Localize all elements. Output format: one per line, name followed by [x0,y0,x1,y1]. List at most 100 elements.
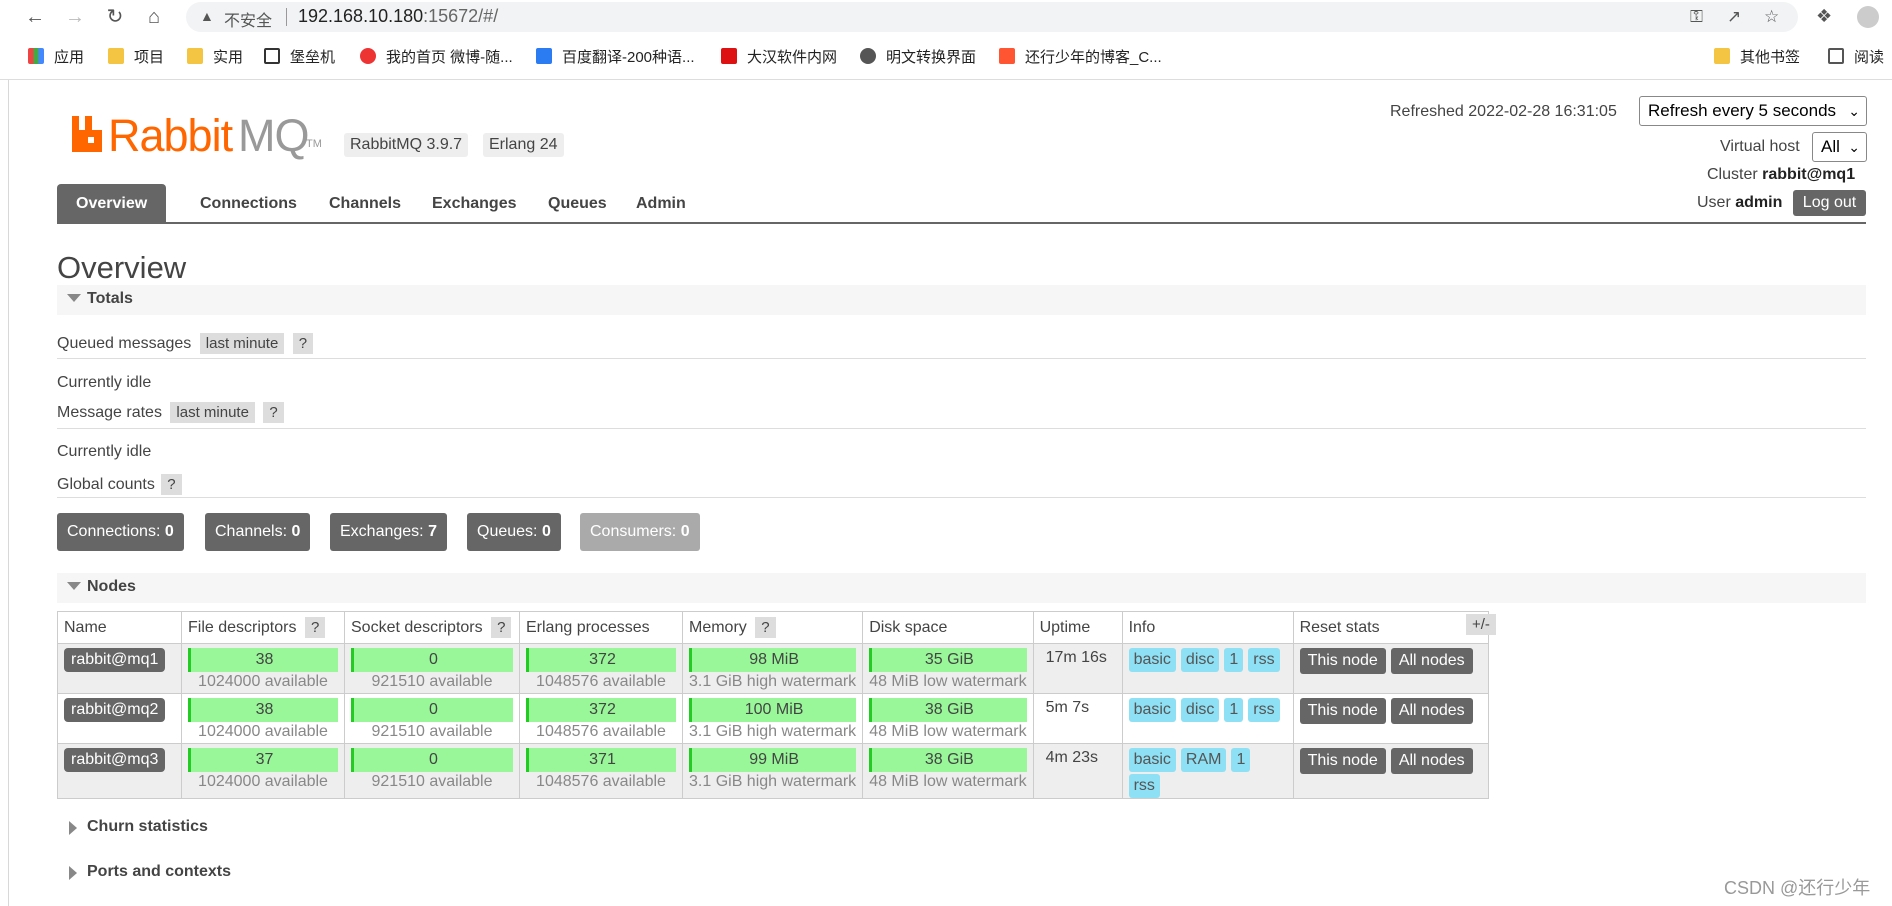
virtual-host-select[interactable]: All ⌄ [1812,132,1867,162]
global-counts-help-button[interactable]: ? [161,474,182,495]
help-button[interactable]: ? [491,617,512,638]
memory-bar: 100 MiB [689,698,857,722]
extensions-icon[interactable]: ❖ [1816,6,1832,27]
address-bar[interactable]: ▲ 不安全 192.168.10.180:15672/#/ ⚿ ↗ ☆ [186,2,1798,32]
reset-cell: This node All nodes [1292,743,1489,799]
fd-cell: 38 1024000 available [181,693,345,744]
profile-icon[interactable] [1857,6,1879,28]
star-icon[interactable]: ☆ [1764,7,1779,27]
reset-this-node-button[interactable]: This node [1299,648,1386,674]
queued-help-button[interactable]: ? [292,333,314,354]
node-link[interactable]: rabbit@mq2 [64,698,166,722]
bookmark-dahan[interactable]: 大汉软件内网 [721,46,837,67]
tab-connections[interactable]: Connections [181,184,316,222]
column-header: Info [1121,611,1294,644]
churn-section-toggle[interactable]: Churn statistics [57,813,1866,843]
nodes-section-toggle[interactable]: Nodes [57,573,1866,603]
forward-icon[interactable]: → [62,4,88,30]
node-link[interactable]: rabbit@mq1 [64,648,166,672]
logo-mq-text: MQ [238,110,309,161]
count-value: 0 [164,523,174,540]
bookmark-bastion[interactable]: 堡垒机 [264,46,335,67]
uptime-value: 17m 16s [1045,649,1107,666]
count-label: Consumers: [590,523,677,540]
totals-section-toggle[interactable]: Totals [57,285,1866,315]
node-link[interactable]: rabbit@mq3 [64,748,166,772]
refresh-interval-value: Refresh every 5 seconds [1648,101,1837,120]
sd-cell: 0 921510 available [344,693,520,744]
rates-range-selector[interactable]: last minute [170,402,255,423]
node-name-cell: rabbit@mq2 [57,693,182,744]
bookmark-apps[interactable]: 应用 [28,46,84,67]
reset-all-nodes-button[interactable]: All nodes [1390,648,1473,674]
weibo-icon [360,48,376,64]
translate-icon [536,48,552,64]
count-label: Queues: [477,523,538,540]
disk-bar: 35 GiB [869,648,1027,672]
rates-help-button[interactable]: ? [263,402,284,423]
bookmark-weibo[interactable]: 我的首页 微博-随... [360,46,513,67]
ports-section-toggle[interactable]: Ports and contexts [57,858,1866,888]
divider [57,428,1866,429]
reload-icon[interactable]: ↻ [102,4,128,30]
info-tag: basic [1128,748,1176,772]
queued-range-selector[interactable]: last minute [199,333,285,354]
fd-bar: 38 [188,698,338,722]
bookmarks-bar: 应用 项目 实用 堡垒机 我的首页 微博-随... 百度翻译-200种语... … [0,40,1892,74]
column-label: Socket descriptors [351,619,483,636]
column-toggle-button[interactable]: +/- [1466,614,1496,635]
tab-channels[interactable]: Channels [310,184,420,222]
connections-count[interactable]: Connections: 0 [57,513,184,551]
chevron-down-icon: ⌄ [1848,103,1860,119]
tab-exchanges[interactable]: Exchanges [413,184,535,222]
bookmark-projects[interactable]: 项目 [108,46,164,67]
bookmark-plaintext[interactable]: 明文转换界面 [860,46,976,67]
bookmark-blog[interactable]: 还行少年的博客_C... [999,46,1162,67]
bookmark-practical[interactable]: 实用 [187,46,243,67]
refresh-interval-select[interactable]: Refresh every 5 seconds ⌄ [1639,96,1867,126]
tab-admin[interactable]: Admin [617,184,705,222]
fd-bar: 38 [188,648,338,672]
info-tag: disc [1180,698,1220,722]
tab-queues[interactable]: Queues [529,184,626,222]
help-button[interactable]: ? [304,617,326,638]
channels-count[interactable]: Channels: 0 [205,513,311,551]
back-icon[interactable]: ← [22,4,48,30]
bookmark-reading[interactable]: 阅读 [1828,46,1884,67]
browser-toolbar: ← → ↻ ⌂ ▲ 不安全 192.168.10.180:15672/#/ ⚿ … [0,0,1892,34]
ports-heading: Ports and contexts [87,863,232,880]
key-icon[interactable]: ⚿ [1690,7,1703,27]
queued-idle-text: Currently idle [57,374,152,391]
url-text: 192.168.10.180:15672/#/ [298,6,498,27]
disk-watermark: 48 MiB low watermark [869,673,1027,690]
ep-available: 1048576 available [536,673,666,690]
watermark: CSDN @还行少年 [1724,878,1871,898]
queues-count[interactable]: Queues: 0 [467,513,561,551]
exchanges-count[interactable]: Exchanges: 7 [330,513,447,551]
reset-cell: This node All nodes [1292,693,1489,744]
bookmark-others[interactable]: 其他书签 [1714,46,1800,67]
memory-cell: 99 MiB 3.1 GiB high watermark [681,743,864,799]
help-button[interactable]: ? [755,617,776,638]
disk-cell: 38 GiB 48 MiB low watermark [862,693,1034,744]
reading-list-icon [1828,48,1844,64]
queued-messages-row: Queued messages last minute ? [57,333,314,354]
reset-this-node-button[interactable]: This node [1299,748,1386,774]
disk-watermark: 48 MiB low watermark [869,723,1027,740]
table-header-row: Name File descriptors ? Socket descripto… [57,611,1489,644]
column-header: Socket descriptors ? [344,611,520,644]
tab-overview[interactable]: Overview [57,184,167,222]
ep-available: 1048576 available [536,773,666,790]
memory-watermark: 3.1 GiB high watermark [689,673,857,690]
home-icon[interactable]: ⌂ [141,4,167,30]
reset-all-nodes-button[interactable]: All nodes [1390,698,1473,724]
cluster-name: rabbit@mq1 [1762,166,1856,183]
reset-this-node-button[interactable]: This node [1299,698,1386,724]
share-icon[interactable]: ↗ [1727,7,1741,27]
reset-cell: This node All nodes [1292,643,1489,694]
consumers-count[interactable]: Consumers: 0 [580,513,700,551]
count-label: Connections: [67,523,161,540]
bookmark-baidu-translate[interactable]: 百度翻译-200种语... [536,46,695,67]
rabbitmq-logo[interactable]: Rabbit MQ TM [70,110,330,161]
reset-all-nodes-button[interactable]: All nodes [1390,748,1473,774]
